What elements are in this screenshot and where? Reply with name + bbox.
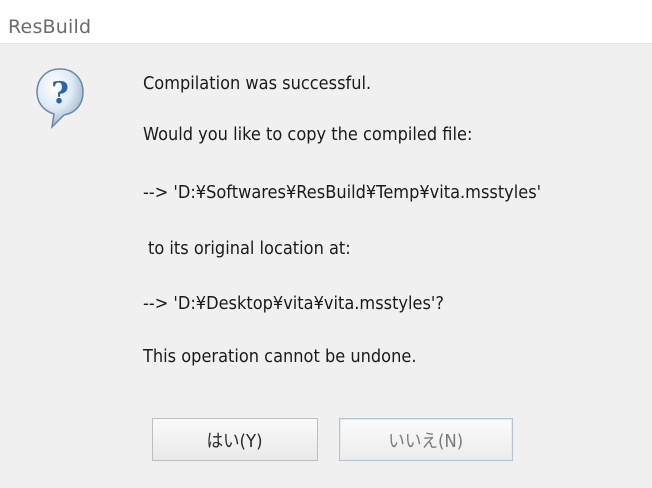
dialog-window: ResBuild ? Compilation was successful. W… [0,0,652,488]
message-line-question: Would you like to copy the compiled file… [143,124,473,145]
yes-button-label: はい(Y) [206,430,264,452]
message-line-source-path: --> 'D:¥Softwares¥ResBuild¥Temp¥vita.mss… [143,182,542,203]
question-mark-glyph: ? [51,76,69,111]
title-bar[interactable]: ResBuild [0,0,652,44]
message-line-warning: This operation cannot be undone. [143,346,417,367]
message-line-success: Compilation was successful. [143,73,372,94]
no-button[interactable]: いいえ(N) [339,418,513,461]
message-line-destination-label: to its original location at: [148,238,351,259]
question-icon: ? [36,68,84,130]
message-line-destination-path: --> 'D:¥Desktop¥vita¥vita.msstyles'? [143,293,444,314]
dialog-body [0,44,652,488]
no-button-label: いいえ(N) [388,430,464,452]
yes-button[interactable]: はい(Y) [152,418,318,461]
window-title: ResBuild [8,16,92,38]
